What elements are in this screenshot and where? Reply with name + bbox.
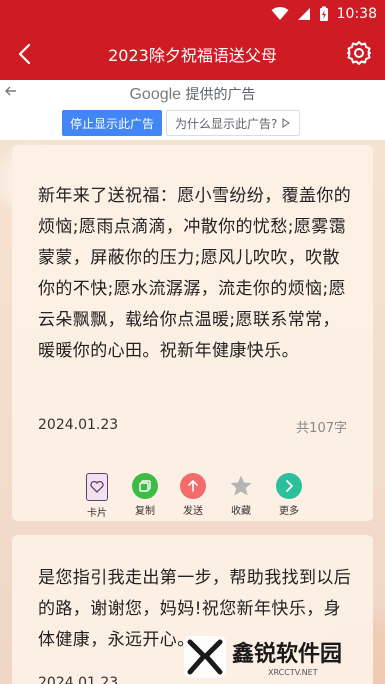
status-bar: 10:38 [0, 0, 385, 28]
chevron-left-icon [18, 43, 31, 65]
send-button[interactable]: 发送 [176, 473, 210, 519]
more-icon [276, 473, 302, 499]
ad-provider: Google [129, 86, 182, 103]
wifi-icon [271, 7, 289, 20]
ad-banner: Google 提供的广告 停止显示此广告 为什么显示此广告? [0, 80, 385, 140]
favorite-button[interactable]: 收藏 [224, 473, 258, 519]
ad-provider-suffix: 提供的广告 [185, 87, 256, 103]
watermark: 鑫锐软件园 XRCCTV.NET [182, 632, 362, 682]
app-bar: 2023除夕祝福语送父母 [0, 28, 385, 80]
more-label: 更多 [279, 506, 299, 517]
card-icon [86, 473, 108, 501]
card-button[interactable]: 卡片 [80, 473, 114, 519]
favorite-label: 收藏 [231, 506, 251, 517]
watermark-name: 鑫锐软件园 [232, 642, 343, 667]
card-text[interactable]: 新年来了送祝福：愿小雪纷纷，覆盖你的烦恼;愿雨点滴滴，冲散你的忧愁;愿雾霭蒙蒙，… [38, 181, 353, 367]
copy-label: 复制 [135, 506, 155, 517]
greeting-card: 新年来了送祝福：愿小雪纷纷，覆盖你的烦恼;愿雨点滴滴，冲散你的忧愁;愿雾霭蒙蒙，… [12, 145, 373, 521]
status-time: 10:38 [336, 6, 377, 22]
status-icons: 10:38 [271, 4, 377, 24]
card-label: 卡片 [87, 508, 107, 519]
card-date: 2024.01.23 [38, 417, 119, 433]
why-ad-label: 为什么显示此广告? [175, 116, 278, 131]
ad-buttons: 停止显示此广告 为什么显示此广告? [62, 110, 301, 136]
copy-button[interactable]: 复制 [128, 473, 162, 519]
watermark-logo-icon [184, 636, 226, 678]
watermark-sub: XRCCTV.NET [268, 668, 318, 677]
gear-icon [347, 41, 371, 65]
back-button[interactable] [10, 40, 38, 68]
star-icon [228, 473, 254, 499]
more-button[interactable]: 更多 [272, 473, 306, 519]
settings-button[interactable] [345, 39, 373, 67]
why-ad-button[interactable]: 为什么显示此广告? [166, 110, 301, 136]
action-bar: 卡片 复制 发送 收藏 更多 [80, 473, 306, 519]
battery-icon [319, 6, 328, 21]
play-outline-icon [282, 118, 291, 128]
signal-icon [297, 8, 310, 20]
send-icon [180, 473, 206, 499]
page-title: 2023除夕祝福语送父母 [108, 46, 277, 65]
char-count: 共107字 [296, 421, 347, 436]
copy-icon [132, 473, 158, 499]
ad-header: Google 提供的广告 [0, 84, 385, 104]
top-bar: 10:38 2023除夕祝福语送父母 [0, 0, 385, 80]
card-date: 2024.01.23 [38, 675, 119, 684]
stop-ad-button[interactable]: 停止显示此广告 [62, 110, 163, 136]
send-label: 发送 [183, 506, 203, 517]
